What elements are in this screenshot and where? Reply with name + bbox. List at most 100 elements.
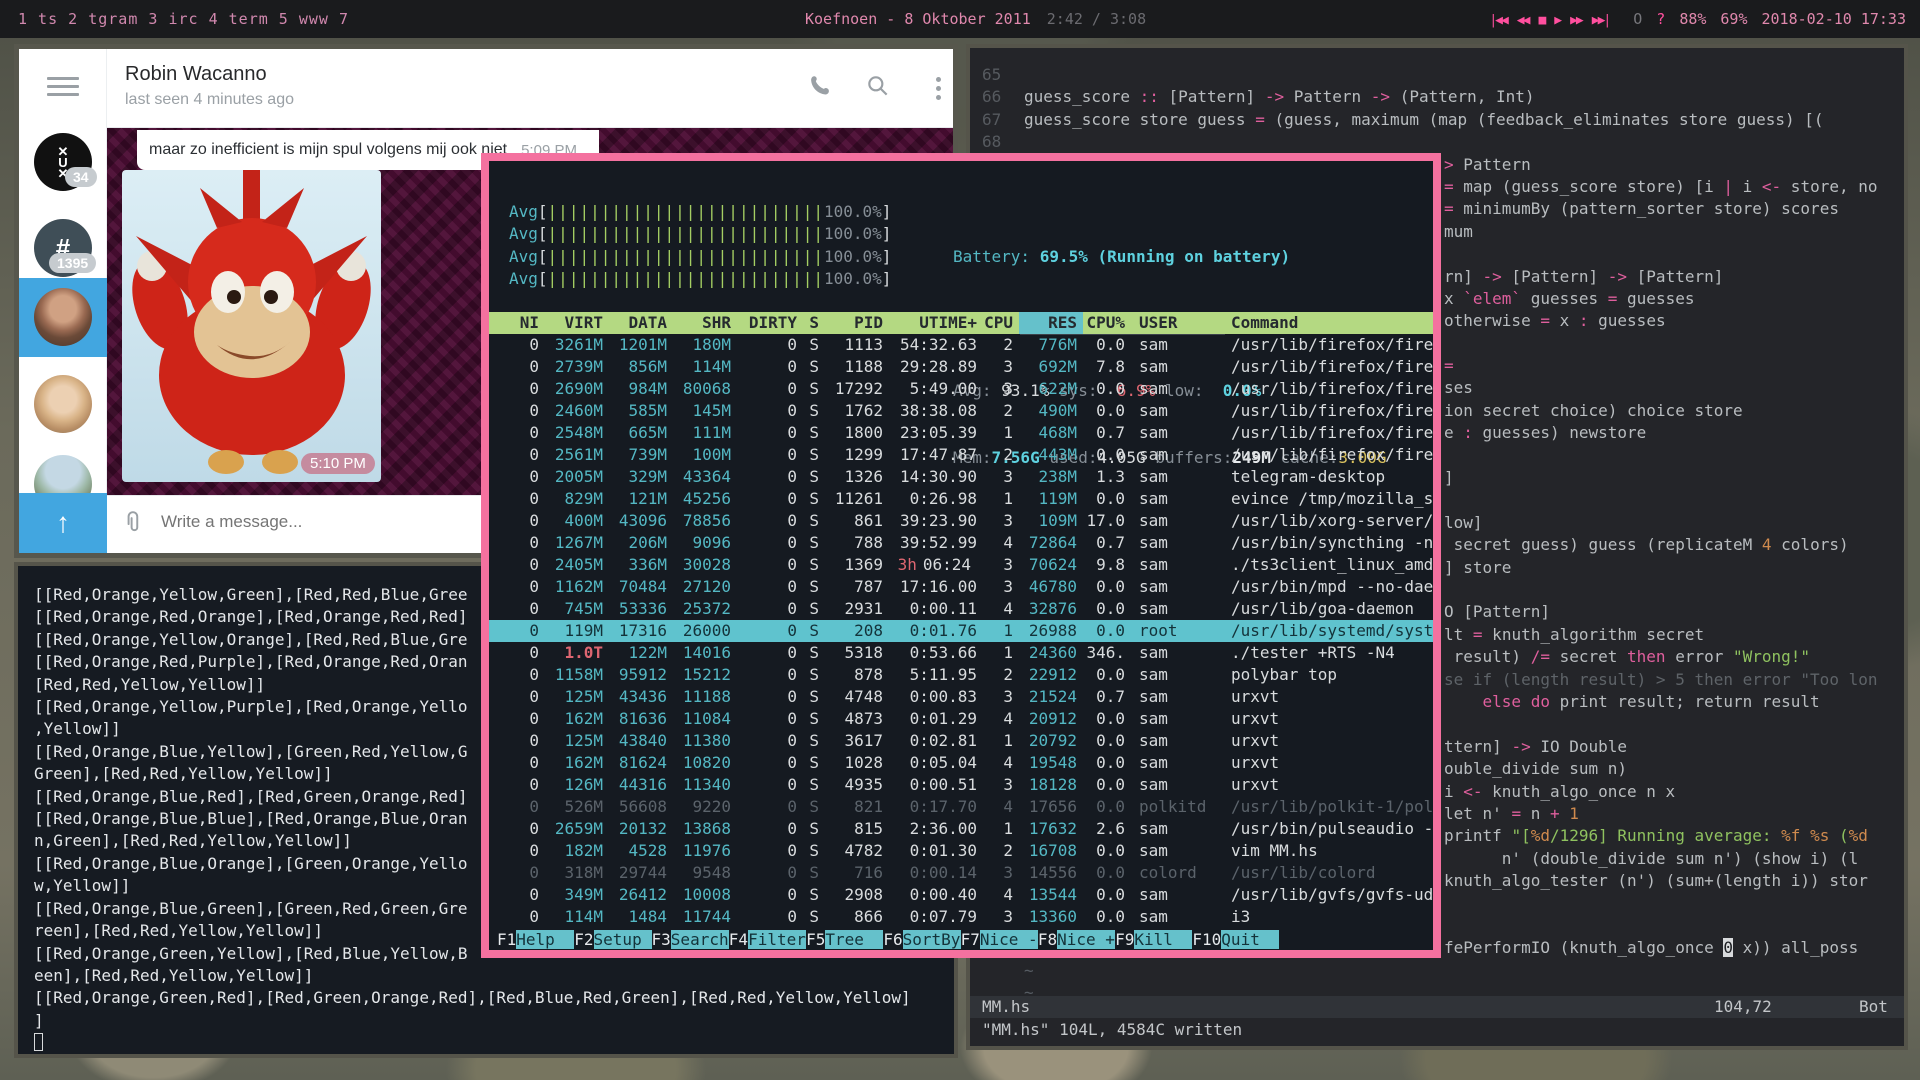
- cpu-meter: Avg[||||||||||||||||||||||||||100.0%]: [509, 246, 891, 268]
- media-control-icon[interactable]: |◀◀: [1489, 13, 1506, 28]
- cpu-meter: Avg[||||||||||||||||||||||||||100.0%]: [509, 268, 891, 290]
- media-title: Koefnoen - 8 Oktober 2011: [805, 10, 1031, 28]
- terminal-line: [[Red,Orange,Green,Red],[Red,Green,Orang…: [34, 987, 954, 1009]
- process-row[interactable]: 02561M739M100M0S129917:47.872443M0.0sam/…: [489, 444, 1433, 466]
- media-status: Koefnoen - 8 Oktober 2011 2:42 / 3:08: [805, 0, 1146, 38]
- battery-meter: Battery: 69.5% (Running on battery): [953, 246, 1423, 268]
- battery-percentage: 69%: [1720, 10, 1747, 28]
- fkey-sortby[interactable]: F6SortBy: [883, 930, 960, 949]
- attach-icon[interactable]: [121, 510, 149, 538]
- fkey-help[interactable]: F1Help: [497, 930, 574, 949]
- process-row[interactable]: 0162M81636110840S48730:01.294209120.0sam…: [489, 708, 1433, 730]
- process-row[interactable]: 0182M4528119760S47820:01.302167080.0samv…: [489, 840, 1433, 862]
- process-row[interactable]: 0400M43096788560S86139:23.903109M17.0sam…: [489, 510, 1433, 532]
- media-control-icon[interactable]: ▶▶|: [1592, 13, 1609, 28]
- code-line: 66guess_score :: [Pattern] -> Pattern ->…: [970, 86, 1904, 108]
- column-header-data[interactable]: DATA: [609, 312, 673, 334]
- kebab-menu-icon[interactable]: [923, 73, 953, 103]
- search-icon[interactable]: [865, 73, 895, 103]
- statusline-filename: MM.hs: [982, 997, 1030, 1016]
- fkey-kill[interactable]: F9Kill: [1115, 930, 1192, 949]
- column-header-cpu%[interactable]: CPU%: [1083, 312, 1131, 334]
- process-row[interactable]: 0125M43840113800S36170:02.811207920.0sam…: [489, 730, 1433, 752]
- process-table-header[interactable]: NIVIRTDATASHRDIRTYSPIDUTIME+CPURESCPU%US…: [489, 312, 1433, 334]
- fkey-setup[interactable]: F2Setup: [574, 930, 651, 949]
- unread-badge: 34: [65, 167, 97, 187]
- column-header-virt[interactable]: VIRT: [545, 312, 609, 334]
- column-header-s[interactable]: S: [803, 312, 825, 334]
- terminal-line: een],[Red,Red,Yellow,Yellow]]: [34, 965, 954, 987]
- process-row[interactable]: 01.0T122M140160S53180:53.66124360346.sam…: [489, 642, 1433, 664]
- column-header-dirty[interactable]: DIRTY: [737, 312, 803, 334]
- volume-percentage: 88%: [1679, 10, 1706, 28]
- process-row[interactable]: 01267M206M90960S78839:52.994728640.7sam/…: [489, 532, 1433, 554]
- up-arrow-icon: ↑: [56, 507, 70, 539]
- process-row[interactable]: 0114M1484117440S8660:07.793133600.0sami3: [489, 906, 1433, 928]
- process-row[interactable]: 02405M336M300280S13693h06:243706249.8sam…: [489, 554, 1433, 576]
- vim-command-message: "MM.hs" 104L, 4584C written: [982, 1020, 1242, 1039]
- terminal-line: ]: [34, 1010, 954, 1032]
- process-row[interactable]: 02739M856M114M0S118829:28.893692M7.8sam/…: [489, 356, 1433, 378]
- column-header-utime+[interactable]: UTIME+: [889, 312, 983, 334]
- cpu-meter: Avg[||||||||||||||||||||||||||100.0%]: [509, 201, 891, 223]
- process-row[interactable]: 03261M1201M180M0S111354:32.632776M0.0sam…: [489, 334, 1433, 356]
- fkey-tree[interactable]: F5Tree: [806, 930, 883, 949]
- fkey-nice[interactable]: F7Nice -: [961, 930, 1038, 949]
- media-time: 2:42 / 3:08: [1047, 10, 1146, 28]
- terminal-cursor: [34, 1033, 43, 1051]
- column-header-pid[interactable]: PID: [825, 312, 889, 334]
- call-icon[interactable]: [807, 73, 837, 103]
- process-row[interactable]: 0349M26412100080S29080:00.404135440.0sam…: [489, 884, 1433, 906]
- fkey-search[interactable]: F3Search: [652, 930, 729, 949]
- process-row[interactable]: 0526M5660892200S8210:17.704176560.0polki…: [489, 796, 1433, 818]
- statusline-cursor-position: 104,72: [1714, 997, 1772, 1016]
- process-row[interactable]: 0829M121M452560S112610:26.981119M0.0same…: [489, 488, 1433, 510]
- column-header-command[interactable]: Command: [1223, 312, 1433, 334]
- fkey-quit[interactable]: F10Quit: [1192, 930, 1279, 949]
- process-row[interactable]: 0162M81624108200S10280:05.044195480.0sam…: [489, 752, 1433, 774]
- process-row[interactable]: 02005M329M433640S132614:30.903238M1.3sam…: [489, 466, 1433, 488]
- process-row[interactable]: 02460M585M145M0S176238:38.082490M0.0sam/…: [489, 400, 1433, 422]
- chat-title: Robin Wacanno: [125, 63, 267, 86]
- fkey-nice[interactable]: F8Nice +: [1038, 930, 1115, 949]
- cpu-meters: Avg[||||||||||||||||||||||||||100.0%]Avg…: [509, 201, 891, 291]
- process-row[interactable]: 02548M665M111M0S180023:05.391468M0.7sam/…: [489, 422, 1433, 444]
- message-text: maar zo inefficient is mijn spul volgens…: [149, 141, 507, 159]
- process-row[interactable]: 0119M17316260000S2080:01.761269880.0root…: [489, 620, 1433, 642]
- scroll-up-button[interactable]: ↑: [19, 493, 107, 553]
- chat-header: Robin Wacanno last seen 4 minutes ago: [107, 49, 953, 128]
- process-row[interactable]: 0745M53336253720S29310:00.114328760.0sam…: [489, 598, 1433, 620]
- column-header-res[interactable]: RES: [1019, 312, 1083, 334]
- media-control-icon[interactable]: ■: [1538, 13, 1544, 28]
- column-header-shr[interactable]: SHR: [673, 312, 737, 334]
- photo-timestamp: 5:10 PM: [301, 453, 375, 474]
- process-row[interactable]: 01158M95912152120S8785:11.952229120.0sam…: [489, 664, 1433, 686]
- column-header-cpu[interactable]: CPU: [983, 312, 1019, 334]
- process-row[interactable]: 01162M70484271200S78717:16.003467800.0sa…: [489, 576, 1433, 598]
- htop-window[interactable]: Avg[||||||||||||||||||||||||||100.0%]Avg…: [481, 153, 1441, 958]
- photo-message[interactable]: 5:10 PM: [122, 170, 381, 482]
- column-header-ni[interactable]: NI: [509, 312, 545, 334]
- process-row[interactable]: 0318M2974495480S7160:00.143145560.0color…: [489, 862, 1433, 884]
- media-control-icon[interactable]: ▶▶: [1570, 13, 1582, 28]
- fkey-filter[interactable]: F4Filter: [729, 930, 806, 949]
- media-control-icon[interactable]: ▶: [1554, 13, 1560, 28]
- bar-right-cluster: |◀◀◀◀■▶▶▶▶▶| O ? 88% 69% 2018-02-10 17:3…: [1489, 0, 1906, 38]
- media-controls[interactable]: |◀◀◀◀■▶▶▶▶▶|: [1489, 10, 1619, 28]
- process-row[interactable]: 02659M20132138680S8152:36.001176322.6sam…: [489, 818, 1433, 840]
- menu-icon[interactable]: [47, 77, 79, 99]
- process-row[interactable]: 0125M43436111880S47480:00.833215240.7sam…: [489, 686, 1433, 708]
- code-line: 67guess_score store guess = (guess, maxi…: [970, 109, 1904, 131]
- process-row[interactable]: 0126M44316113400S49350:00.513181280.0sam…: [489, 774, 1433, 796]
- media-control-icon[interactable]: ◀◀: [1517, 13, 1529, 28]
- status-bar: 1 ts 2 tgram 3 irc 4 term 5 www 7 Koefno…: [0, 0, 1920, 38]
- clock: 2018-02-10 17:33: [1762, 10, 1907, 28]
- process-row[interactable]: 02690M984M800680S172925:49.003622M0.0sam…: [489, 378, 1433, 400]
- chat-list-rail: ✕U✕ 34 # 1395 ↑: [19, 49, 107, 553]
- output-icon: O: [1633, 10, 1642, 28]
- workspace-list[interactable]: 1 ts 2 tgram 3 irc 4 term 5 www 7: [18, 10, 349, 28]
- chat-avatar-user[interactable]: [34, 375, 92, 433]
- process-table: NIVIRTDATASHRDIRTYSPIDUTIME+CPURESCPU%US…: [489, 312, 1433, 928]
- column-header-user[interactable]: USER: [1131, 312, 1223, 334]
- chat-avatar-selected[interactable]: [34, 288, 92, 346]
